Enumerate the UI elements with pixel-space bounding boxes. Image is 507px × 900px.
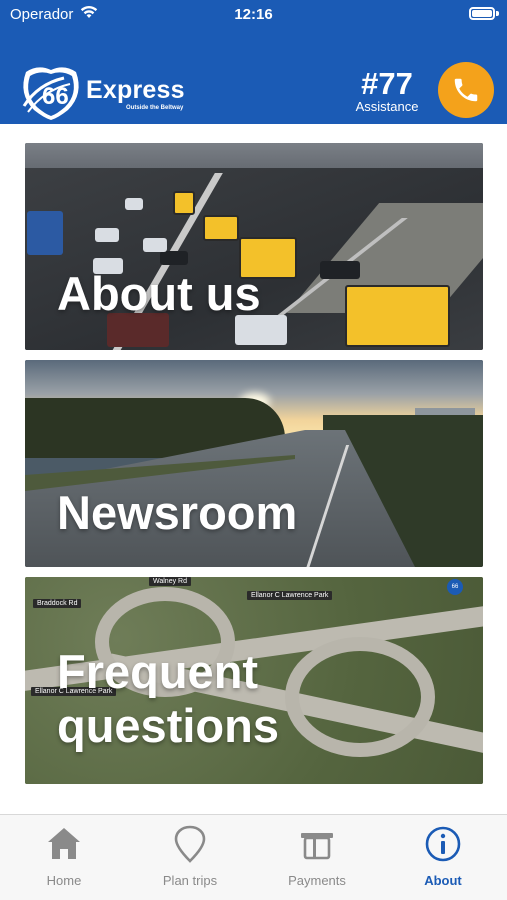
tab-plan-trips-label: Plan trips — [162, 873, 218, 888]
battery-icon — [469, 7, 495, 20]
road-sign: Braddock Rd — [33, 599, 82, 608]
assistance-number: #77 — [361, 66, 413, 101]
logo-tagline: Outside the Beltway — [126, 105, 184, 111]
call-assistance-button[interactable] — [438, 62, 494, 118]
road-sign: Ellanor C Lawrence Park — [247, 591, 333, 600]
logo-wordmark: Express — [86, 76, 185, 104]
info-icon — [425, 826, 461, 862]
app-header: 66 Express Outside the Beltway #77 Assis… — [0, 30, 507, 124]
tab-about-label: About — [424, 873, 462, 888]
status-bar: Operador 12:16 — [0, 0, 507, 30]
about-us-label: About us — [57, 267, 261, 320]
assistance-info: #77 Assistance — [347, 68, 427, 118]
vehicle — [125, 198, 143, 210]
battery-tip — [496, 11, 499, 16]
school-bus — [345, 285, 450, 347]
toll-payment-icon — [301, 833, 333, 860]
shield-number: 66 — [42, 83, 69, 110]
tab-payments[interactable]: Payments — [262, 825, 372, 895]
vehicle — [320, 261, 360, 279]
status-time: 12:16 — [234, 6, 273, 23]
route-66-shield-icon: 66 — [22, 67, 79, 120]
newsroom-label: Newsroom — [57, 486, 298, 539]
phone-icon — [454, 78, 478, 102]
vehicle — [143, 238, 167, 252]
express-logo: 66 Express Outside the Beltway — [18, 64, 193, 120]
frequent-questions-label: Frequent questions — [57, 645, 279, 752]
map-pin-icon — [174, 825, 206, 863]
vehicle — [160, 251, 188, 265]
tab-payments-label: Payments — [288, 873, 346, 888]
route-badge: 66 — [447, 579, 463, 595]
newsroom-card[interactable]: Newsroom — [25, 360, 483, 567]
frequent-questions-card[interactable]: Braddock Rd Walney Rd Ellanor C Lawrence… — [25, 577, 483, 784]
tab-plan-trips[interactable]: Plan trips — [135, 825, 245, 895]
vehicle — [27, 211, 63, 255]
school-bus — [203, 215, 239, 241]
road-sign: Walney Rd — [149, 577, 191, 586]
assistance-label: Assistance — [355, 99, 419, 114]
tab-about[interactable]: About — [388, 825, 498, 895]
bottom-tab-bar: Home Plan trips Payments About — [0, 814, 507, 900]
tab-home[interactable]: Home — [9, 825, 119, 895]
about-us-card[interactable]: About us — [25, 143, 483, 350]
home-icon — [48, 828, 80, 859]
vehicle — [95, 228, 119, 242]
school-bus — [173, 191, 195, 215]
tab-home-label: Home — [46, 873, 82, 888]
